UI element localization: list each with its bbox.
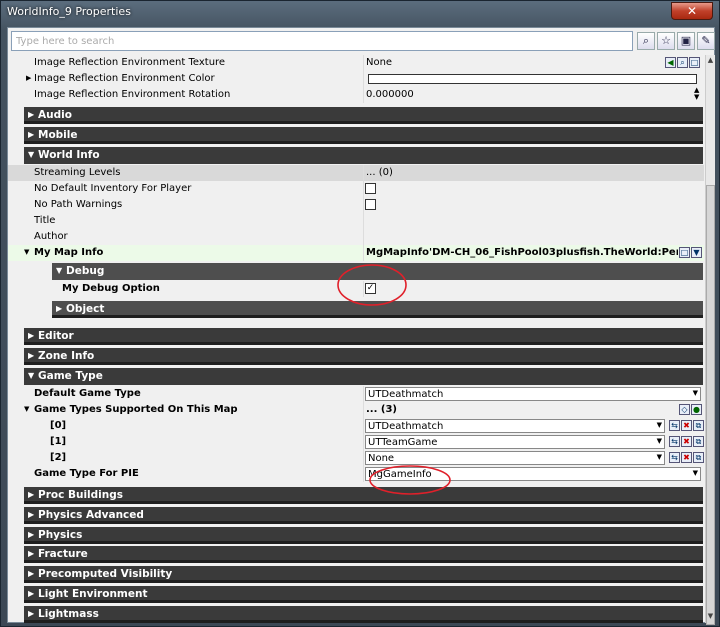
- property-grid: Image Reflection Environment Texture Non…: [8, 55, 704, 623]
- annotation-circle-pie: [369, 465, 451, 495]
- close-button[interactable]: ✕: [671, 2, 713, 20]
- properties-window: WorldInfo_9 Properties ✕ ⌕ ☆ ▣ ✎ Image R…: [0, 0, 720, 627]
- scroll-up-icon[interactable]: ▲: [706, 56, 715, 66]
- property-panel: ⌕ ☆ ▣ ✎ Image Reflection Environment Tex…: [7, 27, 715, 625]
- close-icon: ✕: [686, 4, 698, 18]
- star-icon[interactable]: ☆: [657, 32, 675, 50]
- lock-icon[interactable]: ▣: [677, 32, 695, 50]
- scrollbar-thumb[interactable]: [706, 185, 715, 625]
- annotation-circle-debug: [337, 264, 407, 306]
- search-icon[interactable]: ⌕: [637, 32, 655, 50]
- window-title: WorldInfo_9 Properties: [7, 5, 131, 18]
- edit-icon[interactable]: ✎: [697, 32, 715, 50]
- annotation-overlay: [337, 264, 451, 495]
- scroll-down-icon[interactable]: ▼: [706, 612, 715, 622]
- search-input[interactable]: [11, 31, 633, 51]
- title-bar[interactable]: WorldInfo_9 Properties ✕: [1, 1, 719, 23]
- search-row: ⌕ ☆ ▣ ✎: [11, 31, 715, 51]
- vertical-scrollbar[interactable]: ▲ ▼: [705, 55, 715, 625]
